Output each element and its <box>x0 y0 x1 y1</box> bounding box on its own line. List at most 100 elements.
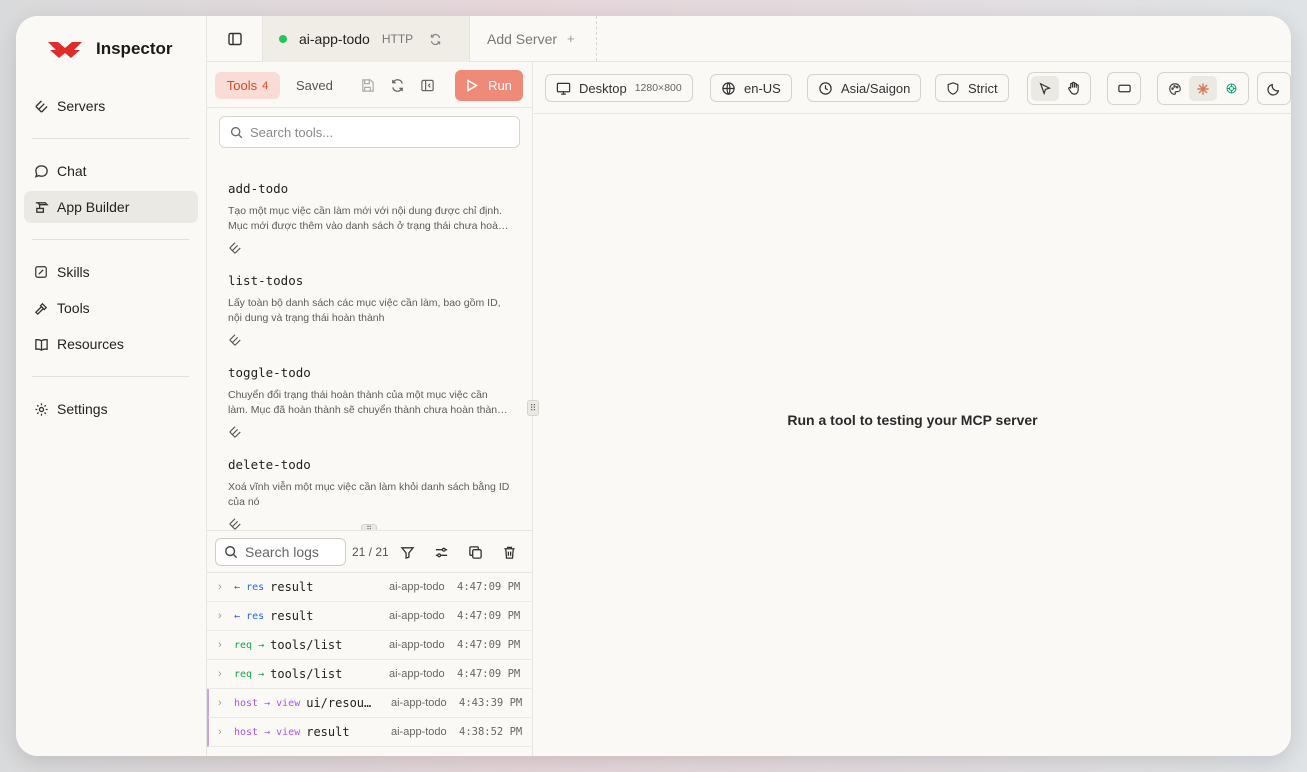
search-logs-input[interactable] <box>245 544 345 560</box>
claude-icon <box>1197 82 1209 95</box>
logo <box>47 38 83 60</box>
search-tools-input[interactable] <box>250 124 510 140</box>
filter-icon[interactable] <box>399 544 415 560</box>
tool-name: delete-todo <box>228 457 311 472</box>
collapse-panel-icon[interactable] <box>418 76 436 94</box>
logs-count: 21 / 21 <box>352 545 389 559</box>
tool-description: Xoá vĩnh viễn một mục việc cần làm khỏi … <box>228 481 510 508</box>
log-row[interactable]: › req → tools/list ai-app-todo 4:47:09 P… <box>207 660 533 689</box>
log-time: 4:47:09 PM <box>457 581 521 593</box>
log-row[interactable]: › req → tools/list ai-app-todo 4:47:09 P… <box>207 631 533 660</box>
tool-description: Chuyển đổi trạng thái hoàn thành của một… <box>228 389 503 416</box>
refresh-icon[interactable] <box>388 76 406 94</box>
log-direction: ← res <box>234 581 265 593</box>
sidebar-item-resources[interactable]: Resources <box>24 328 198 360</box>
sidebar-item-app-builder[interactable]: App Builder <box>24 191 198 223</box>
sidebar-item-tools[interactable]: Tools <box>24 292 198 324</box>
sidebar-item-settings[interactable]: Settings <box>24 393 198 425</box>
openai-icon <box>1226 83 1236 94</box>
hand-icon <box>1067 81 1079 95</box>
sidebar-divider <box>32 376 190 377</box>
servers-icon <box>33 98 49 114</box>
sidebar-item-skills[interactable]: Skills <box>24 256 198 288</box>
search-logs-field[interactable] <box>215 538 346 566</box>
log-time: 4:43:39 PM <box>459 697 523 709</box>
tool-item-delete-todo[interactable]: delete-todo Xoá vĩnh viễn một mục việc c… <box>228 457 518 531</box>
save-icon[interactable] <box>358 76 376 94</box>
sidebar-item-servers[interactable]: Servers <box>24 90 198 122</box>
palette-icon <box>1169 82 1181 95</box>
chevron-right-icon: › <box>218 668 222 680</box>
log-direction: host → view <box>234 697 301 709</box>
locale-label: en-US <box>744 80 781 96</box>
plus-icon: + <box>567 31 575 46</box>
add-server-button[interactable]: Add Server + <box>470 16 597 61</box>
log-direction: host → view <box>234 726 301 738</box>
chat-icon <box>33 163 49 179</box>
log-row[interactable]: › ← res result ai-app-todo 4:47:09 PM <box>207 602 533 631</box>
dark-mode-toggle[interactable] <box>1257 72 1291 105</box>
tab-saved-label: Saved <box>296 78 333 93</box>
book-icon <box>33 336 49 352</box>
inline-frame-icon <box>1117 84 1131 93</box>
search-tools-field[interactable] <box>219 116 520 148</box>
settings-sliders-icon[interactable] <box>433 544 449 560</box>
log-method: result <box>270 580 314 594</box>
search-icon <box>225 546 238 559</box>
moon-icon <box>1267 83 1280 96</box>
log-direction: req → <box>234 639 265 651</box>
pan-mode-button[interactable] <box>1059 76 1087 101</box>
trash-icon[interactable] <box>501 544 517 560</box>
logs-panel: 21 / 21 › ← res result ai-app-todo 4:47:… <box>207 530 533 756</box>
chevron-right-icon: › <box>218 726 222 738</box>
tool-item-list-todos[interactable]: list-todos Lấy toàn bộ danh sách các mục… <box>228 273 518 347</box>
reconnect-icon[interactable] <box>429 33 442 46</box>
display-mode-button[interactable] <box>1107 72 1141 105</box>
log-row[interactable]: › host → view result ai-app-todo 4:38:52… <box>207 718 533 747</box>
tools-toolbar: Tools 4 Saved Run <box>207 62 533 108</box>
log-method: result <box>270 609 314 623</box>
interaction-mode-toggle <box>1027 72 1091 105</box>
device-select[interactable]: Desktop 1280×800 <box>545 74 693 102</box>
tab-tools-label: Tools <box>226 78 258 93</box>
sidebar-item-chat[interactable]: Chat <box>24 155 198 187</box>
server-tab[interactable]: ai-app-todo HTTP <box>263 16 470 62</box>
tool-name: list-todos <box>228 273 304 288</box>
log-row[interactable]: › ← res result ai-app-todo 4:47:09 PM <box>207 573 533 602</box>
csp-select[interactable]: Strict <box>935 74 1009 102</box>
app-tool-icon <box>228 517 242 531</box>
log-server: ai-app-todo <box>391 697 447 709</box>
chatgpt-style-button[interactable] <box>1217 76 1245 101</box>
csp-label: Strict <box>968 80 998 96</box>
sidebar-divider <box>32 138 190 139</box>
gear-icon <box>33 401 49 417</box>
log-row[interactable]: › host → view ui/resources/read ai-app-t… <box>207 689 533 718</box>
run-label: Run <box>488 78 512 93</box>
logs-toolbar: 21 / 21 <box>207 531 533 573</box>
pointer-mode-button[interactable] <box>1031 76 1059 101</box>
sidebar-item-label: Settings <box>57 401 108 417</box>
log-time: 4:47:09 PM <box>457 668 521 680</box>
tool-description: Lấy toàn bộ danh sách các mục việc cần l… <box>228 297 501 324</box>
sidebar-toggle-button[interactable] <box>207 16 263 61</box>
run-button[interactable]: Run <box>455 70 523 101</box>
tool-item-add-todo[interactable]: add-todo Tạo một mục việc cần làm mới vớ… <box>228 181 518 255</box>
tools-count-badge: 4 <box>262 79 269 92</box>
log-time: 4:47:09 PM <box>457 639 521 651</box>
theme-host-toggle <box>1157 72 1249 105</box>
default-style-button[interactable] <box>1161 76 1189 101</box>
empty-state-message: Run a tool to testing your MCP server <box>787 412 1038 428</box>
app-tool-icon <box>228 241 242 255</box>
tab-saved[interactable]: Saved <box>296 72 333 99</box>
tool-item-toggle-todo[interactable]: toggle-todo Chuyển đổi trạng thái hoàn t… <box>228 365 518 439</box>
app-window: Inspector Servers Chat App Builder Skill… <box>16 16 1291 756</box>
globe-icon <box>722 81 735 95</box>
search-icon <box>230 126 243 138</box>
claude-style-button[interactable] <box>1189 76 1217 101</box>
copy-icon[interactable] <box>467 544 483 560</box>
timezone-select[interactable]: Asia/Saigon <box>807 74 922 102</box>
log-direction: ← res <box>234 610 265 622</box>
tab-tools[interactable]: Tools 4 <box>215 72 280 99</box>
log-server: ai-app-todo <box>389 610 445 622</box>
locale-select[interactable]: en-US <box>710 74 792 102</box>
